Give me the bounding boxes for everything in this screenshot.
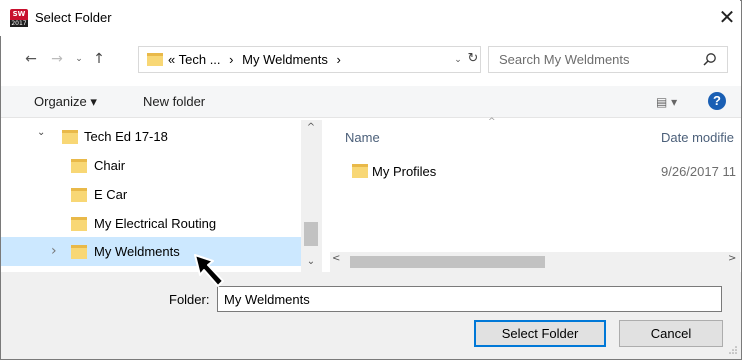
list-item-date: 9/26/2017 11 [661, 164, 736, 179]
column-header-name[interactable]: Name [345, 130, 380, 145]
help-icon[interactable]: ? [708, 92, 726, 110]
chevron-down-icon[interactable]: ⌄ [37, 120, 45, 147]
tree-item-electrical-routing[interactable]: My Electrical Routing [1, 209, 301, 238]
app-icon-year: 2017 [10, 20, 28, 27]
breadcrumb-item[interactable]: Tech ... [179, 52, 221, 67]
breadcrumb-item[interactable]: My Weldments [242, 52, 328, 67]
tree-vertical-scrollbar[interactable] [301, 120, 322, 272]
scrollbar-thumb[interactable] [350, 256, 545, 268]
close-icon[interactable]: ✕ [715, 5, 739, 29]
folder-icon [147, 53, 163, 66]
new-folder-button[interactable]: New folder [143, 94, 205, 109]
scrollbar-thumb[interactable] [304, 222, 318, 246]
tree-item-e-car[interactable]: E Car [1, 180, 301, 209]
search-input[interactable]: Search My Weldments [499, 52, 630, 67]
scroll-down-icon[interactable]: ⌄ [304, 256, 318, 267]
breadcrumb[interactable]: « Tech ... › My Weldments › [168, 52, 341, 67]
tree-item-label: My Electrical Routing [94, 216, 217, 231]
scroll-left-icon[interactable]: < [332, 253, 344, 264]
address-dropdown-icon[interactable]: ⌄ [452, 53, 464, 67]
folder-icon [71, 217, 87, 231]
cancel-button[interactable]: Cancel [619, 320, 723, 347]
recent-locations-chevron-icon[interactable]: ⌄ [72, 49, 86, 69]
folder-icon [71, 159, 87, 173]
folder-icon [71, 245, 87, 259]
folder-name-field[interactable] [217, 286, 722, 312]
column-header-date[interactable]: Date modifie [661, 130, 734, 145]
breadcrumb-prefix[interactable]: « [168, 52, 175, 67]
breadcrumb-separator[interactable]: › [337, 52, 341, 67]
folder-icon [352, 164, 368, 178]
tree-item-chair[interactable]: Chair [1, 151, 301, 180]
window-title: Select Folder [35, 10, 112, 25]
tree-item-label: My Weldments [94, 244, 180, 259]
sort-ascending-icon: ^ [488, 117, 496, 127]
forward-arrow-icon[interactable]: → [48, 49, 66, 69]
scroll-right-icon[interactable]: > [728, 253, 740, 264]
list-item-name[interactable]: My Profiles [372, 164, 436, 179]
up-arrow-icon[interactable]: ↑ [90, 49, 108, 69]
refresh-icon[interactable]: ↻ [466, 51, 480, 67]
view-options-icon[interactable]: ▤ ▾ [656, 95, 677, 109]
folder-icon [71, 188, 87, 202]
solidworks-app-icon: SW 2017 [10, 9, 28, 27]
tree-item-tech-ed[interactable]: ⌄ Tech Ed 17-18 [1, 122, 301, 151]
back-arrow-icon[interactable]: ← [22, 49, 40, 69]
resize-grip-icon[interactable] [728, 345, 738, 355]
tree-item-label: Tech Ed 17-18 [84, 129, 168, 144]
navigation-pane: ⌄ Tech Ed 17-18 Chair E Car My Electrica… [1, 120, 323, 272]
tree-item-label: Chair [94, 158, 126, 173]
organize-button[interactable]: Organize ▾ [34, 94, 97, 110]
tree-item-my-weldments[interactable]: › My Weldments [1, 237, 301, 266]
tree-item-label: E Car [94, 187, 128, 202]
scroll-up-icon[interactable]: ^ [304, 122, 318, 133]
mouse-pointer-icon [194, 254, 224, 287]
select-folder-button[interactable]: Select Folder [474, 320, 606, 347]
folder-icon [62, 130, 78, 144]
breadcrumb-separator[interactable]: › [229, 52, 233, 67]
folder-field-label: Folder: [169, 292, 210, 307]
search-icon[interactable] [702, 52, 718, 68]
chevron-right-icon[interactable]: › [51, 237, 57, 266]
command-bar [1, 86, 741, 118]
